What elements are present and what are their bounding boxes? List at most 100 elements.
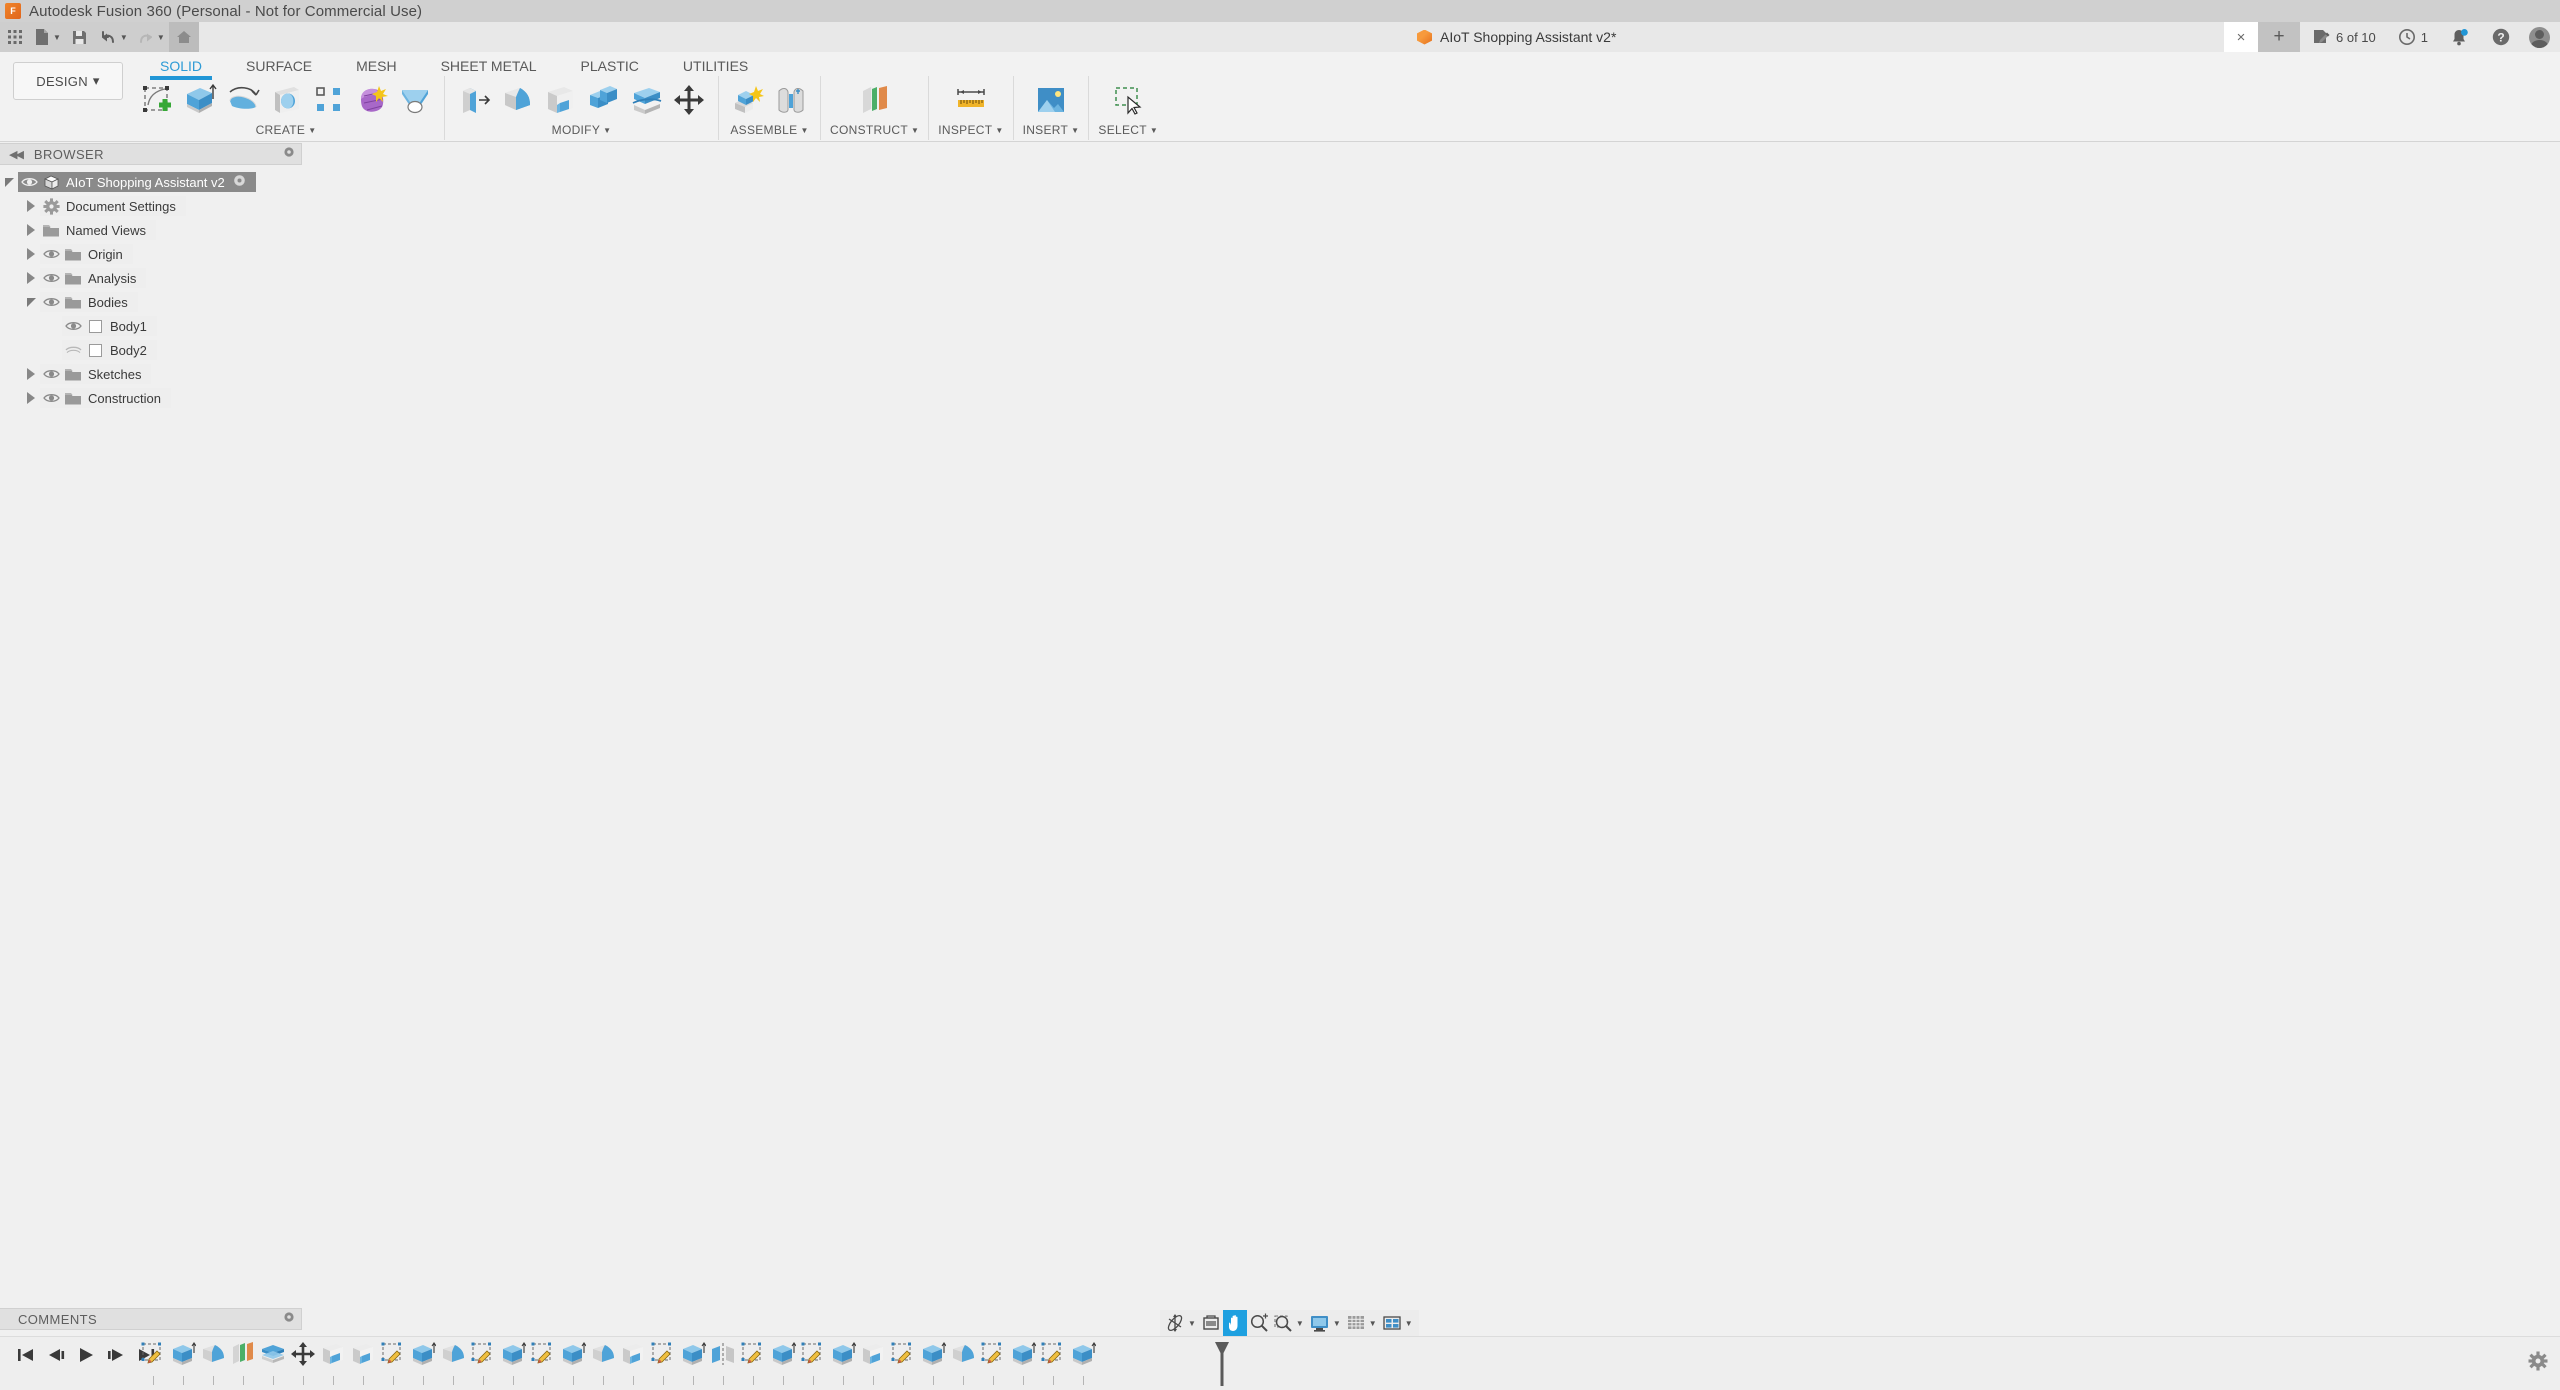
document-tab[interactable]: AIoT Shopping Assistant v2* (1403, 22, 1630, 52)
timeline-play-button[interactable] (76, 1346, 96, 1369)
tree-row-sketches[interactable]: Sketches (40, 364, 151, 384)
comments-panel-header[interactable]: COMMENTS (0, 1308, 302, 1330)
split-face-button[interactable] (626, 80, 666, 120)
tab-surface[interactable]: SURFACE (224, 54, 334, 78)
combine-button[interactable] (583, 80, 623, 120)
chevron-closed-icon[interactable] (22, 224, 40, 236)
chevron-closed-icon[interactable] (22, 392, 40, 404)
select-button[interactable] (1108, 80, 1148, 120)
visibility-eye-icon[interactable] (40, 248, 62, 260)
tab-sheet-metal[interactable]: SHEET METAL (419, 54, 559, 78)
timeline-feature-sketch5[interactable] (648, 1341, 678, 1387)
visibility-eye-icon[interactable] (62, 320, 84, 332)
tree-row-bodies[interactable]: Bodies (40, 292, 138, 312)
panel-create-label[interactable]: CREATE ▼ (256, 123, 317, 140)
timeline-feature-extrude10[interactable] (1068, 1341, 1098, 1387)
timeline-feature-extrude8[interactable] (918, 1341, 948, 1387)
help-button[interactable]: ? (2480, 22, 2522, 52)
timeline-feature-shell3[interactable] (348, 1341, 378, 1387)
create-sketch-button[interactable] (137, 80, 177, 120)
loft-button[interactable] (395, 80, 435, 120)
tree-node-body1[interactable]: Body1 (0, 314, 302, 338)
shell-button[interactable] (540, 80, 580, 120)
timeline-feature-extrude5[interactable] (678, 1341, 708, 1387)
measure-button[interactable] (951, 80, 991, 120)
timeline-feature-extrude7[interactable] (828, 1341, 858, 1387)
visibility-eye-icon[interactable] (40, 272, 62, 284)
tab-solid[interactable]: SOLID (138, 54, 224, 78)
chevron-closed-icon[interactable] (22, 368, 40, 380)
new-file-button[interactable]: ▼ (30, 22, 65, 52)
tab-mesh[interactable]: MESH (334, 54, 418, 78)
body-checkbox-box[interactable] (89, 320, 102, 333)
tree-row-construction[interactable]: Construction (40, 388, 171, 408)
insert-image-button[interactable] (1031, 80, 1071, 120)
display-settings-button[interactable] (1307, 1310, 1332, 1336)
tab-plastic[interactable]: PLASTIC (559, 54, 661, 78)
form-button[interactable] (352, 80, 392, 120)
visibility-eye-icon[interactable] (40, 296, 62, 308)
timeline-feature-shell2[interactable] (318, 1341, 348, 1387)
chevron-open-icon[interactable] (0, 178, 18, 187)
jobs-status[interactable]: 6 of 10 (2300, 22, 2387, 52)
timeline-feature-sketch9[interactable] (978, 1341, 1008, 1387)
zoom-button[interactable] (1247, 1310, 1271, 1336)
chevron-down-icon[interactable]: ▼ (1187, 1319, 1199, 1328)
visibility-eye-icon[interactable] (18, 176, 40, 188)
joint-button[interactable] (771, 80, 811, 120)
rectangular-pattern-button[interactable] (309, 80, 349, 120)
notifications-button[interactable] (2439, 22, 2480, 52)
viewports-button[interactable] (1380, 1310, 1404, 1336)
panel-assemble-label[interactable]: ASSEMBLE ▼ (730, 123, 808, 140)
chevron-closed-icon[interactable] (22, 272, 40, 284)
revolve-button[interactable] (223, 80, 263, 120)
app-grid-button[interactable] (0, 22, 30, 52)
tree-node-body2[interactable]: Body2 (0, 338, 302, 362)
panel-construct-label[interactable]: CONSTRUCT ▼ (830, 123, 919, 140)
timeline-feature-extrude6[interactable] (768, 1341, 798, 1387)
timeline-feature-extrude4[interactable] (558, 1341, 588, 1387)
tree-node-analysis[interactable]: Analysis (0, 266, 302, 290)
timeline-feature-sketch7[interactable] (798, 1341, 828, 1387)
tree-node-construction[interactable]: Construction (0, 386, 302, 410)
avatar[interactable] (2529, 27, 2550, 48)
timeline-feature-sketch2[interactable] (378, 1341, 408, 1387)
chevron-open-icon[interactable] (22, 298, 40, 307)
save-button[interactable] (65, 22, 95, 52)
orbit-button[interactable] (1163, 1310, 1187, 1336)
redo-button[interactable]: ▼ (132, 22, 169, 52)
3d-viewport[interactable]: BACK (0, 143, 2560, 1301)
timeline-feature-move[interactable] (288, 1341, 318, 1387)
panel-modify-label[interactable]: MODIFY ▼ (552, 123, 612, 140)
chevron-down-icon[interactable]: ▼ (1332, 1319, 1344, 1328)
tree-row-document-settings[interactable]: Document Settings (40, 196, 186, 216)
timeline-feature-sketch8[interactable] (888, 1341, 918, 1387)
offset-plane-button[interactable] (855, 80, 895, 120)
timeline-feature-sketch10[interactable] (1038, 1341, 1068, 1387)
collapse-left-icon[interactable]: ◀◀ (9, 148, 22, 161)
gear-icon[interactable] (283, 145, 295, 163)
move-copy-button[interactable] (669, 80, 709, 120)
body-checkbox[interactable] (84, 344, 106, 357)
timeline-go-start-button[interactable] (16, 1346, 36, 1369)
timeline-feature-fillet4[interactable] (948, 1341, 978, 1387)
timeline-step-back-button[interactable] (46, 1346, 66, 1369)
time-status[interactable]: 1 (2387, 22, 2439, 52)
undo-button[interactable]: ▼ (95, 22, 132, 52)
home-button[interactable] (169, 22, 199, 52)
chevron-down-icon[interactable]: ▼ (1295, 1319, 1307, 1328)
timeline-feature-shell4[interactable] (618, 1341, 648, 1387)
chevron-down-icon[interactable]: ▼ (1368, 1319, 1380, 1328)
timeline-feature-fillet3[interactable] (588, 1341, 618, 1387)
extrude-button[interactable] (180, 80, 220, 120)
timeline-feature-sketch6[interactable] (738, 1341, 768, 1387)
timeline-step-forward-button[interactable] (106, 1346, 126, 1369)
timeline-feature-sketch[interactable] (138, 1341, 168, 1387)
panel-inspect-label[interactable]: INSPECT ▼ (938, 123, 1003, 140)
visibility-eye-icon[interactable] (40, 368, 62, 380)
tree-row-root[interactable]: AIoT Shopping Assistant v2 (18, 172, 256, 192)
timeline-feature-fillet[interactable] (198, 1341, 228, 1387)
view-cube-svg[interactable]: BACK (2412, 161, 2532, 271)
timeline-feature-fillet2[interactable] (438, 1341, 468, 1387)
pan-button[interactable] (1223, 1310, 1247, 1336)
